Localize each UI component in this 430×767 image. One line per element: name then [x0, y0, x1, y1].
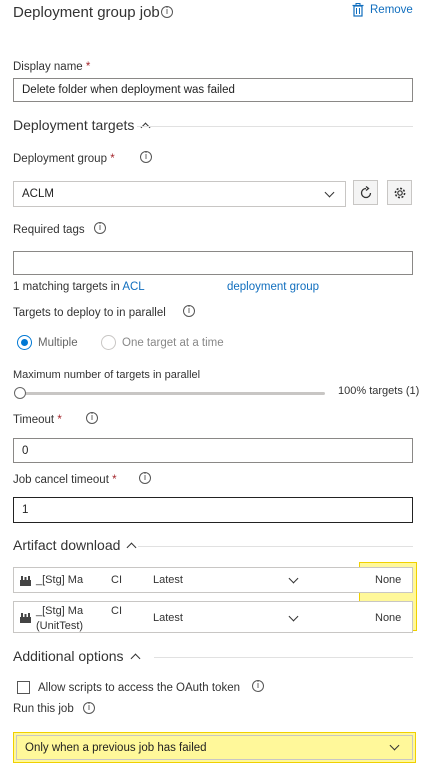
deployment-group-label: Deployment group *: [13, 153, 115, 165]
remove-button[interactable]: Remove: [352, 3, 413, 17]
additional-options-header[interactable]: Additional options: [13, 648, 140, 664]
display-name-label: Display name *: [13, 61, 91, 73]
remove-label: Remove: [370, 4, 413, 16]
artifact-download-header[interactable]: Artifact download: [13, 537, 137, 553]
job-cancel-info-icon[interactable]: [139, 472, 151, 484]
run-this-job-label: Run this job: [13, 703, 74, 715]
manage-button[interactable]: [387, 180, 412, 205]
required-tags-info-icon[interactable]: [94, 222, 106, 234]
artifact-version: Latest: [153, 612, 183, 624]
job-cancel-timeout-input[interactable]: 1: [13, 497, 413, 523]
trash-icon: [352, 3, 364, 17]
oauth-info-icon[interactable]: [252, 680, 264, 692]
matching-group-link[interactable]: ACL: [122, 281, 144, 293]
radio-one-target[interactable]: One target at a time: [101, 335, 224, 350]
radio-multiple-circle[interactable]: [17, 335, 32, 350]
run-condition-value: Only when a previous job has failed: [25, 741, 207, 754]
artifact-selection[interactable]: None: [375, 612, 401, 624]
radio-one-target-circle[interactable]: [101, 335, 116, 350]
display-name-value: Delete folder when deployment was failed: [22, 84, 235, 96]
max-targets-value: 100% targets (1): [338, 385, 420, 397]
matching-targets-text: 1 matching targets in ACL: [13, 281, 145, 293]
chevron-up-icon: [130, 653, 140, 663]
radio-multiple-label: Multiple: [38, 336, 78, 349]
artifact-version: Latest: [153, 574, 183, 586]
timeout-info-icon[interactable]: [86, 412, 98, 424]
timeout-input[interactable]: 0: [13, 438, 413, 463]
run-condition-select[interactable]: Only when a previous job has failed: [16, 735, 413, 760]
divider: [138, 546, 413, 547]
job-cancel-timeout-label: Job cancel timeout *: [13, 474, 117, 486]
job-cancel-timeout-value: 1: [22, 504, 29, 516]
artifact-name-suffix: CI: [111, 574, 122, 586]
build-artifact-icon: [20, 613, 31, 623]
timeout-value: 0: [22, 444, 29, 457]
divider: [137, 126, 413, 127]
chevron-down-icon: [324, 187, 335, 197]
deployment-group-value: ACLM: [22, 188, 54, 200]
chevron-up-icon: [140, 122, 151, 132]
parallel-label: Targets to deploy to in parallel: [13, 307, 166, 319]
artifact-name: _[Stg] Ma: [36, 574, 84, 586]
chevron-up-icon: [126, 542, 137, 552]
deployment-group-select[interactable]: ACLM: [13, 181, 346, 207]
artifact-selection[interactable]: None: [375, 574, 401, 586]
run-this-job-info-icon[interactable]: [83, 702, 95, 714]
oauth-checkbox-row[interactable]: Allow scripts to access the OAuth token: [17, 681, 240, 694]
max-targets-slider-thumb[interactable]: [14, 387, 26, 399]
deployment-targets-header[interactable]: Deployment targets: [13, 117, 151, 133]
gear-icon: [394, 187, 405, 198]
timeout-label: Timeout *: [13, 414, 62, 426]
oauth-checkbox[interactable]: [17, 681, 30, 694]
artifact-row[interactable]: _[Stg] Ma CI Latest None: [13, 567, 413, 593]
deployment-group-link[interactable]: deployment group: [227, 281, 319, 293]
parallel-info-icon[interactable]: [183, 305, 195, 317]
artifact-row[interactable]: _[Stg] Ma CI (UnitTest) Latest None: [13, 601, 413, 633]
radio-one-target-label: One target at a time: [122, 336, 224, 349]
max-targets-slider-track[interactable]: [18, 392, 325, 395]
chevron-down-icon[interactable]: [288, 573, 299, 584]
display-name-input[interactable]: Delete folder when deployment was failed: [13, 78, 413, 102]
build-artifact-icon: [20, 576, 31, 586]
artifact-name: _[Stg] Ma: [36, 605, 84, 617]
oauth-label: Allow scripts to access the OAuth token: [38, 681, 240, 694]
chevron-down-icon: [389, 740, 400, 751]
deployment-group-info-icon[interactable]: [140, 151, 152, 163]
radio-multiple[interactable]: Multiple: [17, 335, 78, 350]
artifact-name-line2: (UnitTest): [36, 620, 84, 632]
chevron-down-icon[interactable]: [288, 611, 299, 622]
max-targets-label: Maximum number of targets in parallel: [13, 369, 201, 381]
title-info-icon[interactable]: [161, 6, 173, 18]
required-tags-input[interactable]: [13, 251, 413, 275]
refresh-icon: [360, 185, 371, 198]
refresh-button[interactable]: [353, 180, 378, 205]
required-tags-label: Required tags: [13, 224, 85, 236]
page-title: Deployment group job: [13, 4, 160, 21]
divider: [154, 657, 413, 658]
artifact-name-suffix: CI: [111, 605, 122, 617]
